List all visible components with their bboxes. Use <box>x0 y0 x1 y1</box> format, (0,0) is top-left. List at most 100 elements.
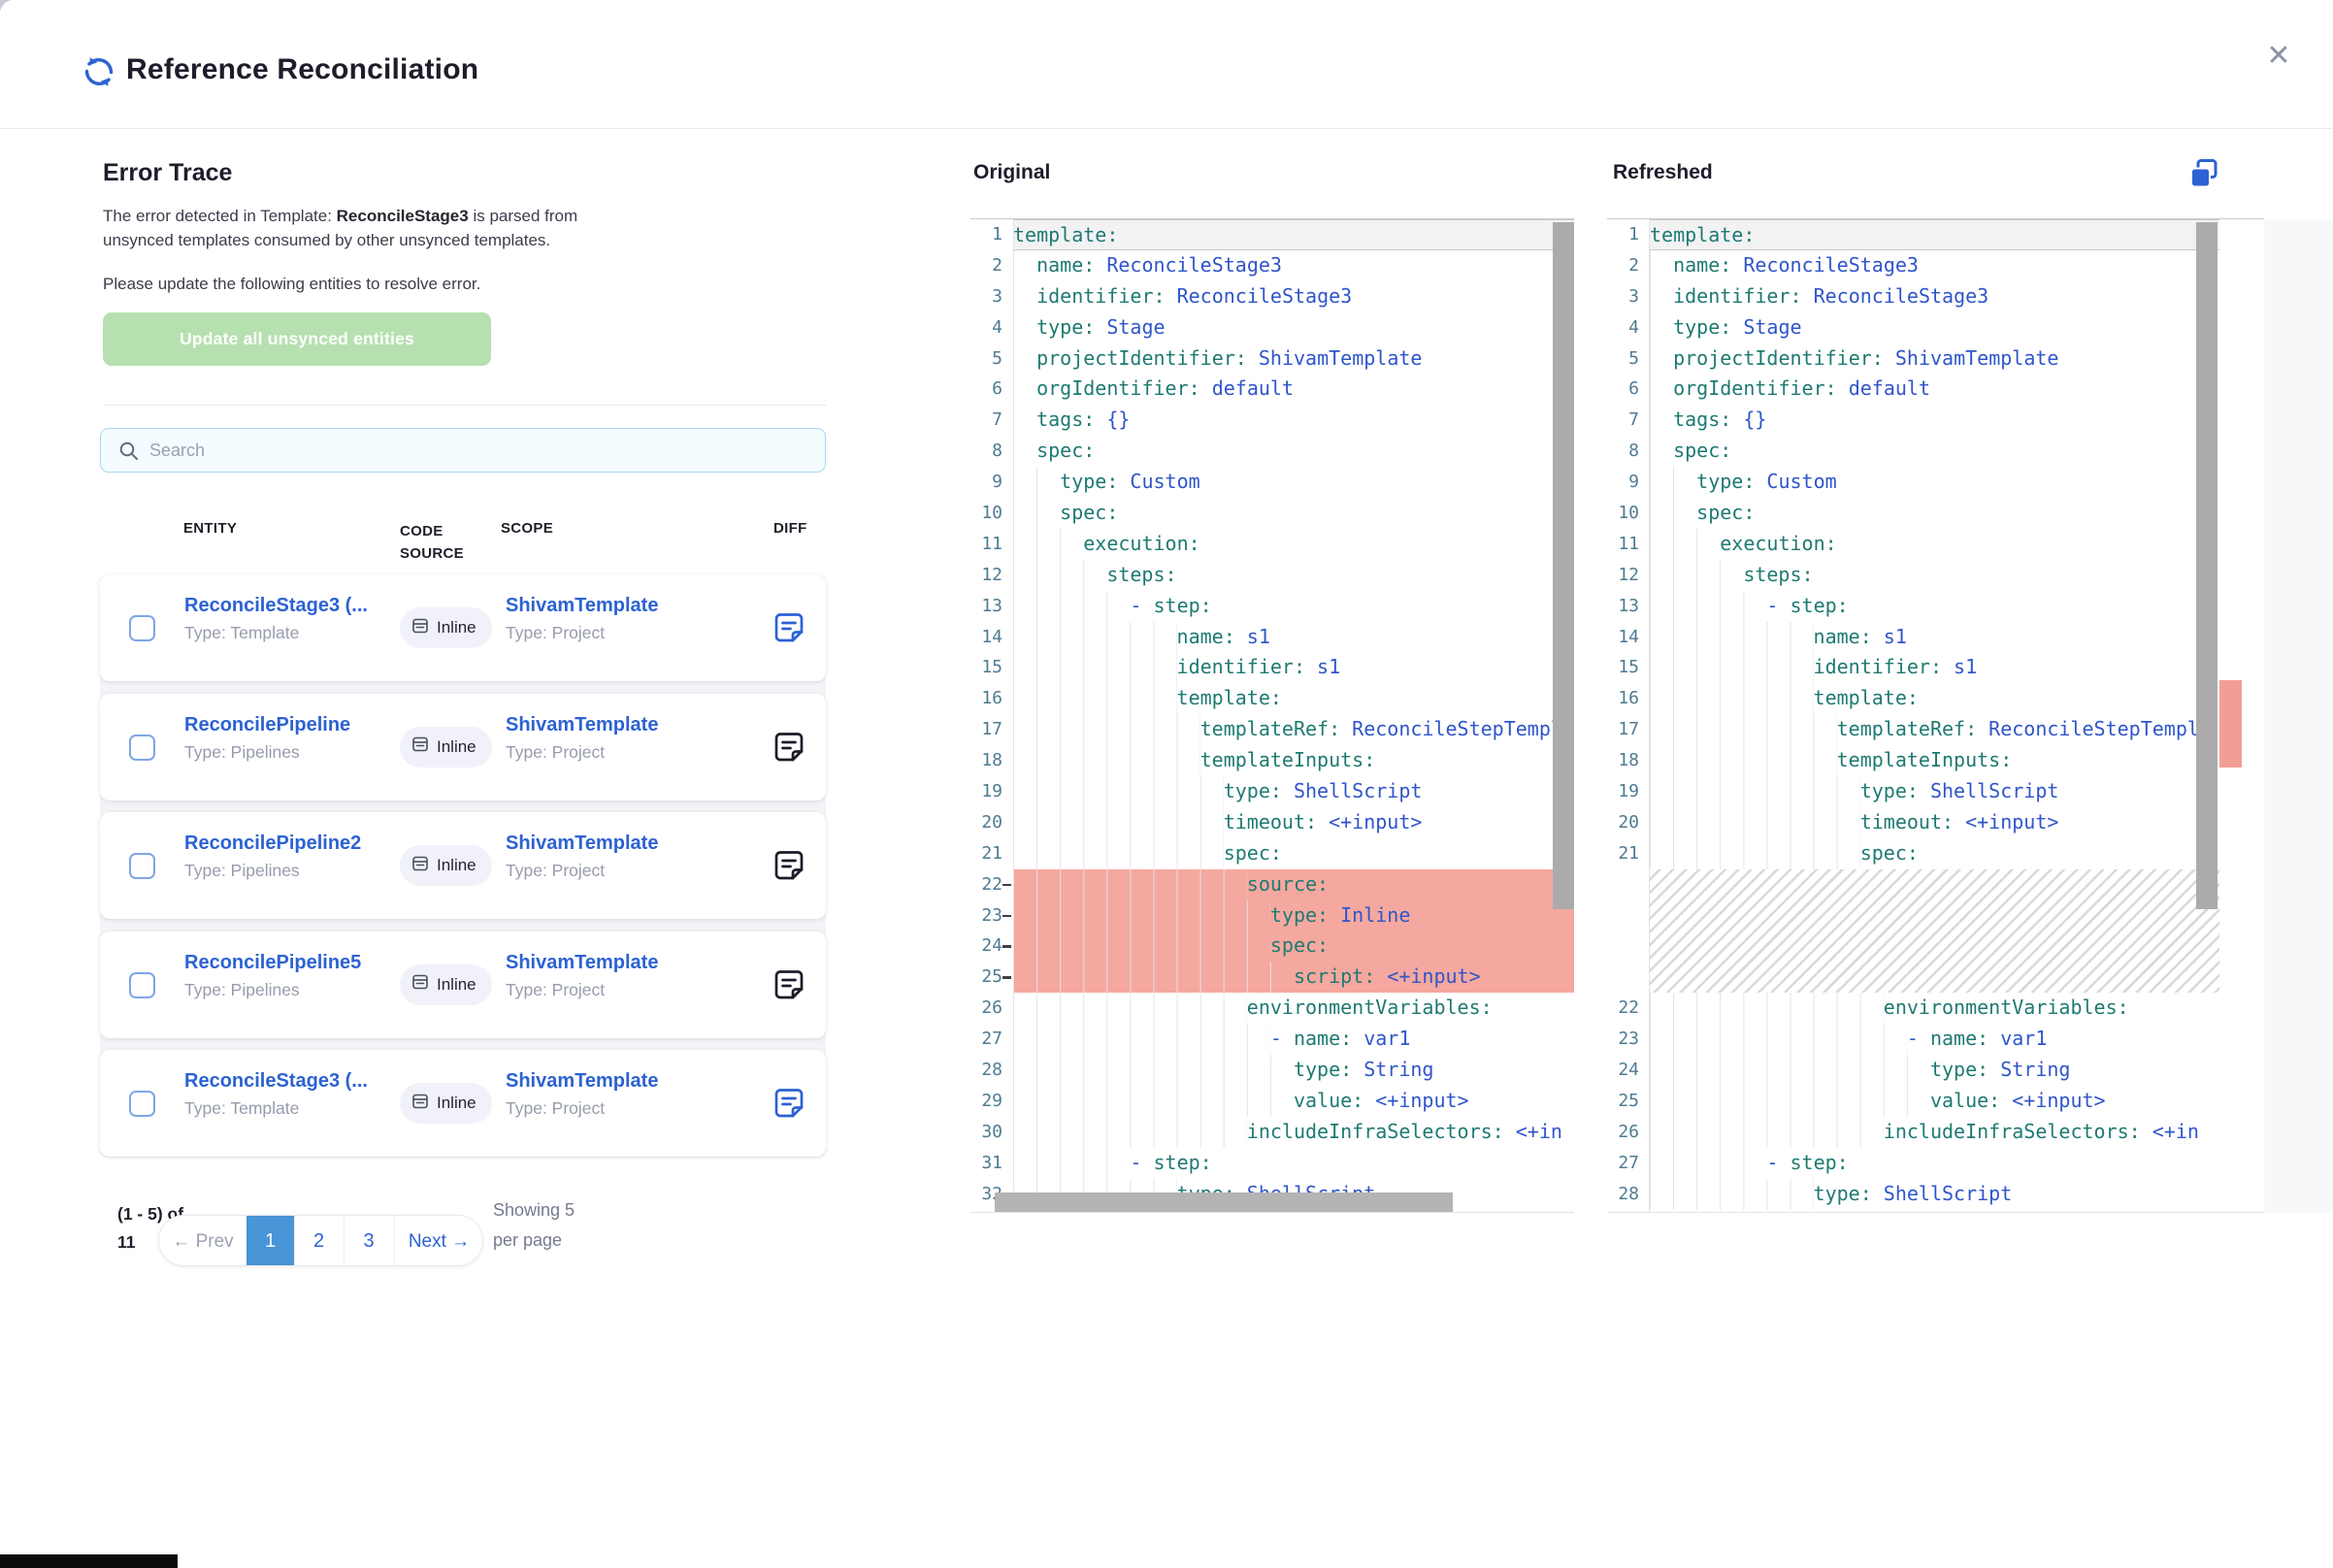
refreshed-vertical-scrollbar[interactable] <box>2196 222 2218 909</box>
prev-page-button[interactable]: ← Prev <box>159 1216 246 1266</box>
code-line: 9type: Custom <box>970 467 1574 498</box>
yaml-key: name: <box>1294 1024 1352 1055</box>
line-number: 26 <box>970 993 1013 1024</box>
table-row: ReconcilePipeline5Type: PipelinesInlineS… <box>100 931 826 1038</box>
indent-guides <box>1650 993 1884 1024</box>
code-line: 6orgIdentifier: default <box>970 374 1574 405</box>
row-checkbox[interactable] <box>129 972 155 998</box>
yaml-key: templateInputs: <box>1837 745 2013 776</box>
indent-guides <box>1650 281 1673 312</box>
yaml-dash: - <box>1766 1148 1790 1179</box>
scope-name-link[interactable]: ShivamTemplate <box>506 952 658 974</box>
line-number: 26 <box>1607 1117 1650 1148</box>
yaml-key: identifier: <box>1814 652 1942 683</box>
code-source-badge-label: Inline <box>437 618 476 637</box>
code-line-content: includeInfraSelectors: <+in <box>1013 1117 1574 1148</box>
code-line-content: type: Inline <box>1013 900 1574 931</box>
line-number: 24 <box>970 931 1013 962</box>
entity-name-link[interactable]: ReconcileStage3 (... <box>184 1070 368 1093</box>
row-checkbox[interactable] <box>129 615 155 641</box>
line-number: 7 <box>1607 405 1650 436</box>
yaml-value: ReconcileStage3 <box>1166 281 1353 312</box>
line-number: 30 <box>970 1117 1013 1148</box>
yaml-key: step: <box>1153 591 1211 622</box>
code-line-content: spec: <box>1013 838 1574 869</box>
update-all-unsynced-button[interactable]: Update all unsynced entities <box>103 312 491 366</box>
diff-note-icon[interactable] <box>772 610 806 645</box>
close-icon[interactable]: ✕ <box>2259 37 2298 76</box>
code-line: 1template: <box>970 219 1574 250</box>
code-source-badge-label: Inline <box>437 975 476 995</box>
entity-name-link[interactable]: ReconcilePipeline2 <box>184 833 361 855</box>
yaml-value: var1 <box>1352 1024 1410 1055</box>
pagination: ← Prev 123 Next → <box>158 1215 483 1266</box>
diff-change-dash <box>1002 884 1011 887</box>
refreshed-code-editor[interactable]: 1template:2name: ReconcileStage33identif… <box>1607 218 2264 1213</box>
page-button-1[interactable]: 1 <box>246 1216 294 1266</box>
entity-name-link[interactable]: ReconcileStage3 (... <box>184 595 368 617</box>
code-line-content: tags: {} <box>1013 405 1574 436</box>
diff-note-icon[interactable] <box>772 848 806 883</box>
yaml-value: ReconcileStage3 <box>1095 250 1282 281</box>
error-template-name: ReconcileStage3 <box>337 207 469 225</box>
code-source-badge-label: Inline <box>437 737 476 757</box>
yaml-value: {} <box>1731 405 1766 436</box>
yaml-value: String <box>1352 1055 1433 1086</box>
indent-guides <box>1650 683 1814 714</box>
code-line-content: orgIdentifier: default <box>1013 374 1574 405</box>
code-line-content: templateRef: ReconcileStepTempl <box>1013 714 1574 745</box>
yaml-key: step: <box>1790 1148 1848 1179</box>
code-line-content: name: s1 <box>1650 622 2219 653</box>
yaml-key: name: <box>1673 250 1731 281</box>
indent-guides <box>1013 931 1270 962</box>
row-checkbox[interactable] <box>129 1091 155 1117</box>
entity-name-link[interactable]: ReconcilePipeline5 <box>184 952 361 974</box>
code-line: 13- step: <box>970 591 1574 622</box>
code-line: 18templateInputs: <box>1607 745 2264 776</box>
code-source-badge-label: Inline <box>437 1094 476 1113</box>
code-line: 26includeInfraSelectors: <+in <box>1607 1117 2264 1148</box>
next-page-button[interactable]: Next → <box>394 1216 483 1266</box>
page-button-3[interactable]: 3 <box>344 1216 394 1266</box>
copy-icon[interactable] <box>2187 157 2220 190</box>
code-line: 4type: Stage <box>970 312 1574 343</box>
code-line-content: value: <+input> <box>1013 1086 1574 1117</box>
original-code-editor[interactable]: 1template:2name: ReconcileStage33identif… <box>970 218 1574 1213</box>
code-line-content: type: Custom <box>1650 467 2219 498</box>
code-source-badge: Inline <box>400 845 492 886</box>
original-pane-title: Original <box>973 161 1050 184</box>
scope-type-label: Type: Project <box>506 1098 605 1119</box>
line-number: 13 <box>1607 591 1650 622</box>
inline-storage-icon <box>411 735 429 758</box>
entity-name-link[interactable]: ReconcilePipeline <box>184 714 350 736</box>
scope-name-link[interactable]: ShivamTemplate <box>506 833 658 855</box>
search-input[interactable] <box>148 433 811 468</box>
scope-name-link[interactable]: ShivamTemplate <box>506 714 658 736</box>
line-number: 23 <box>970 900 1013 931</box>
code-line-content: - step: <box>1650 591 2219 622</box>
diff-note-icon[interactable] <box>772 967 806 1002</box>
original-vertical-scrollbar[interactable] <box>1553 222 1574 909</box>
row-checkbox[interactable] <box>129 735 155 761</box>
scope-type-label: Type: Project <box>506 623 605 643</box>
diff-note-icon[interactable] <box>772 1086 806 1121</box>
code-line: 6orgIdentifier: default <box>1607 374 2264 405</box>
row-checkbox[interactable] <box>129 853 155 879</box>
diff-note-icon[interactable] <box>772 730 806 765</box>
page-button-2[interactable]: 2 <box>294 1216 344 1266</box>
indent-guides <box>1013 807 1224 838</box>
line-number: 22 <box>970 869 1013 900</box>
yaml-key: spec: <box>1696 498 1755 529</box>
per-page-label: Showing 5 per page <box>493 1195 602 1256</box>
scope-name-link[interactable]: ShivamTemplate <box>506 1070 658 1093</box>
yaml-value: ShivamTemplate <box>1884 343 2059 375</box>
code-line: 2name: ReconcileStage3 <box>970 250 1574 281</box>
code-line-content: includeInfraSelectors: <+in <box>1650 1117 2219 1148</box>
indent-guides <box>1650 405 1673 436</box>
yaml-key: templateInputs: <box>1200 745 1376 776</box>
original-horizontal-scrollbar[interactable] <box>995 1192 1453 1212</box>
scope-name-link[interactable]: ShivamTemplate <box>506 595 658 617</box>
indent-guides <box>1013 1086 1294 1117</box>
yaml-dash: - <box>1766 591 1790 622</box>
yaml-key: type: <box>1294 1055 1352 1086</box>
